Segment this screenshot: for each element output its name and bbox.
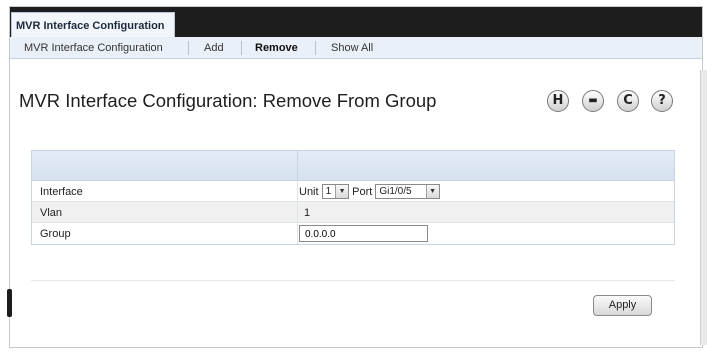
subnav-item-add[interactable]: Add [204,42,224,54]
subnav-item-show-all[interactable]: Show All [331,42,373,54]
port-label: Port [352,185,373,198]
app-frame: MVR Interface Configuration MVR Interfac… [9,6,703,348]
subnav-separator [188,41,189,55]
chevron-down-icon[interactable]: ▼ [425,185,439,198]
port-select[interactable]: Gi1/0/5 ▼ [375,184,440,199]
help-icon[interactable]: ? [651,90,673,112]
unit-select[interactable]: 1 ▼ [321,184,350,199]
mvr-remove-form: Interface Unit 1 ▼ Port Gi1/0/5 ▼ Vlan 1 [31,150,675,245]
unit-select-value: 1 [325,186,332,197]
group-input[interactable] [299,225,428,242]
subnav-separator [241,41,242,55]
refresh-icon[interactable]: C [617,90,639,112]
interface-value: Unit 1 ▼ Port Gi1/0/5 ▼ [299,183,443,200]
column-divider [297,181,298,201]
form-row-interface: Interface Unit 1 ▼ Port Gi1/0/5 ▼ [32,181,674,202]
tab-mvr-interface-configuration[interactable]: MVR Interface Configuration [11,12,175,37]
apply-button[interactable]: Apply [593,295,652,316]
unit-label: Unit [299,185,319,198]
group-value [299,225,428,242]
vlan-label: Vlan [40,207,63,219]
footer-divider [31,280,675,281]
port-select-value: Gi1/0/5 [379,186,412,197]
vertical-scrollbar[interactable] [700,70,707,345]
form-row-vlan: Vlan 1 [32,202,674,223]
sub-navigation: MVR Interface Configuration Add Remove S… [10,37,702,59]
print-icon[interactable]: ▬ [582,90,604,112]
group-label: Group [40,228,71,240]
form-header [32,151,674,181]
subnav-item-remove[interactable]: Remove [255,42,298,54]
side-panel-handle[interactable] [7,289,12,317]
column-divider [297,151,298,181]
subnav-item-mvr-interface-configuration[interactable]: MVR Interface Configuration [24,42,163,54]
vlan-value: 1 [304,206,311,219]
column-divider [297,202,298,222]
column-divider [297,223,298,244]
form-row-group: Group [32,223,674,244]
interface-label: Interface [40,186,83,198]
subnav-separator [315,41,316,55]
page-title: MVR Interface Configuration: Remove From… [19,90,437,111]
top-tab-bar: MVR Interface Configuration [10,7,702,37]
save-icon[interactable]: H [547,90,569,112]
chevron-down-icon[interactable]: ▼ [335,185,349,198]
